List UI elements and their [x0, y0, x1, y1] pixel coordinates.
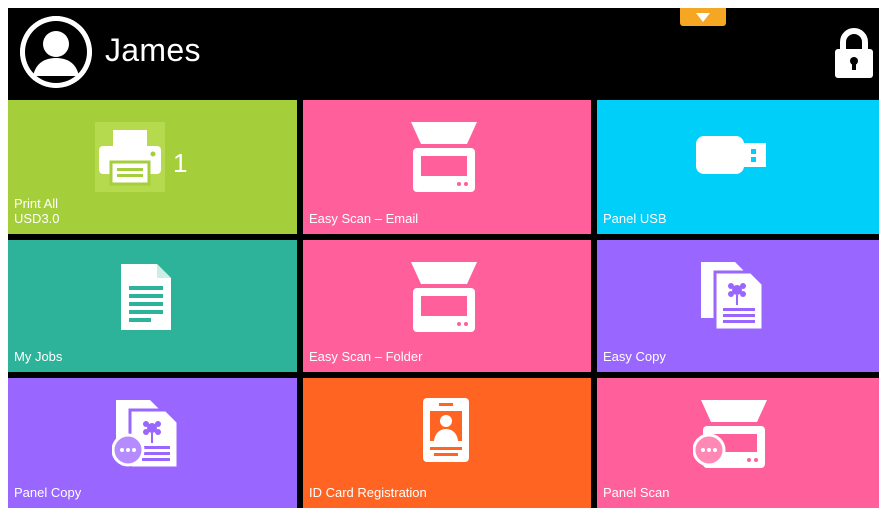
- tile-grid: 1 Print All USD3.0 Easy Scan – Email Pan…: [8, 100, 879, 508]
- tile-easy-scan-folder[interactable]: Easy Scan – Folder: [303, 240, 591, 372]
- tile-label: Panel USB: [603, 211, 667, 226]
- tile-label: Print All USD3.0: [14, 196, 60, 226]
- tile-my-jobs[interactable]: My Jobs: [8, 240, 297, 372]
- tile-panel-copy[interactable]: Panel Copy: [8, 378, 297, 508]
- usb-drive-icon: [696, 136, 768, 179]
- terminal-screen: James 1 Print All USD3.0 Easy Scan – Ema…: [8, 8, 879, 508]
- tile-panel-usb[interactable]: Panel USB: [597, 100, 879, 234]
- tile-label: Easy Scan – Folder: [309, 349, 423, 364]
- tile-easy-copy[interactable]: Easy Copy: [597, 240, 879, 372]
- tile-label: Easy Copy: [603, 349, 666, 364]
- document-icon: [121, 264, 171, 335]
- tile-label: Easy Scan – Email: [309, 211, 419, 226]
- scanner-icon: [411, 122, 477, 197]
- scanner-icon: [411, 262, 477, 337]
- chevron-down-icon[interactable]: [680, 8, 726, 26]
- tile-label-line1: Print All: [14, 196, 59, 211]
- scanner-more-icon: [692, 400, 767, 475]
- tile-label-line2: USD3.0: [14, 211, 60, 226]
- tile-id-card-registration[interactable]: ID Card Registration: [303, 378, 591, 508]
- tile-label: Panel Copy: [14, 485, 82, 500]
- tile-easy-scan-email[interactable]: Easy Scan – Email: [303, 100, 591, 234]
- copy-documents-icon: [701, 262, 765, 335]
- tile-panel-scan[interactable]: Panel Scan: [597, 378, 879, 508]
- print-job-count: 1: [173, 148, 188, 178]
- tile-label: My Jobs: [14, 349, 63, 364]
- printer-icon: [95, 122, 165, 197]
- id-card-icon: [423, 398, 469, 467]
- tile-label: ID Card Registration: [309, 485, 427, 500]
- lock-icon[interactable]: [834, 28, 874, 78]
- tile-print-all[interactable]: 1 Print All USD3.0: [8, 100, 297, 234]
- top-bar: James: [8, 8, 879, 100]
- user-name: James: [105, 32, 201, 68]
- user-avatar-icon[interactable]: [20, 16, 92, 88]
- copy-documents-more-icon: [111, 400, 180, 475]
- tile-label: Panel Scan: [603, 485, 670, 500]
